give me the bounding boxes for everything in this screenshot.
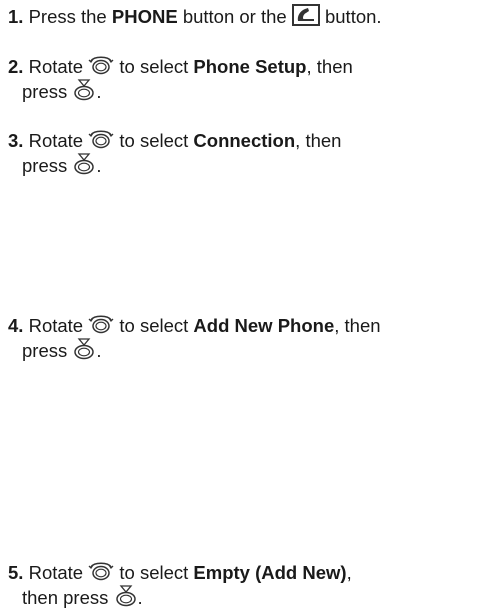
step-text: , then xyxy=(306,56,353,77)
step-2: 2. Rotate to select Phone Setup, then pr… xyxy=(8,54,473,104)
rotate-knob-icon xyxy=(88,313,114,335)
step-text: , then xyxy=(295,130,342,151)
step-3: 3. Rotate to select Connection, then pre… xyxy=(8,128,473,178)
step-4: 4. Rotate to select Add New Phone, then … xyxy=(8,313,473,363)
menu-option-label: Connection xyxy=(193,130,296,151)
press-knob-icon xyxy=(114,585,138,607)
rotate-knob-icon xyxy=(88,54,114,76)
press-knob-icon xyxy=(72,153,96,175)
press-knob-icon xyxy=(72,338,96,360)
step-text: . xyxy=(96,155,102,176)
step-continuation: then press . xyxy=(8,585,473,610)
step-number: 2. xyxy=(8,56,24,77)
step-text: to select xyxy=(119,56,189,77)
step-text: button or the xyxy=(182,6,287,27)
step-text: . xyxy=(96,81,102,102)
phone-button-label: PHONE xyxy=(111,6,178,27)
step-text: . xyxy=(96,340,102,361)
step-text: Rotate xyxy=(28,562,84,583)
step-1: 1. Press the PHONE button or the button. xyxy=(8,4,473,29)
step-text: press xyxy=(22,340,68,361)
step-text: then press xyxy=(22,587,109,608)
step-number: 4. xyxy=(8,315,24,336)
step-text: to select xyxy=(119,315,189,336)
rotate-knob-icon xyxy=(88,560,114,582)
step-text: button. xyxy=(324,6,382,27)
step-text: Rotate xyxy=(28,56,84,77)
step-number: 3. xyxy=(8,130,24,151)
step-number: 1. xyxy=(8,6,24,27)
rotate-knob-icon xyxy=(88,128,114,150)
step-continuation: press . xyxy=(8,79,473,104)
step-number: 5. xyxy=(8,562,24,583)
step-text: Rotate xyxy=(28,130,84,151)
phone-button-icon xyxy=(291,4,320,26)
step-text: to select xyxy=(119,562,189,583)
step-text: to select xyxy=(119,130,189,151)
step-5: 5. Rotate to select Empty (Add New), the… xyxy=(8,560,473,610)
step-continuation: press . xyxy=(8,153,473,178)
step-text: Rotate xyxy=(28,315,84,336)
step-text: . xyxy=(137,587,143,608)
step-text: press xyxy=(22,155,68,176)
step-text: , xyxy=(346,562,352,583)
step-text: Press the xyxy=(28,6,107,27)
step-text: press xyxy=(22,81,68,102)
menu-option-label: Empty (Add New) xyxy=(193,562,347,583)
menu-option-label: Phone Setup xyxy=(193,56,307,77)
step-continuation: press . xyxy=(8,338,473,363)
menu-option-label: Add New Phone xyxy=(193,315,335,336)
press-knob-icon xyxy=(72,79,96,101)
step-text: , then xyxy=(334,315,381,336)
